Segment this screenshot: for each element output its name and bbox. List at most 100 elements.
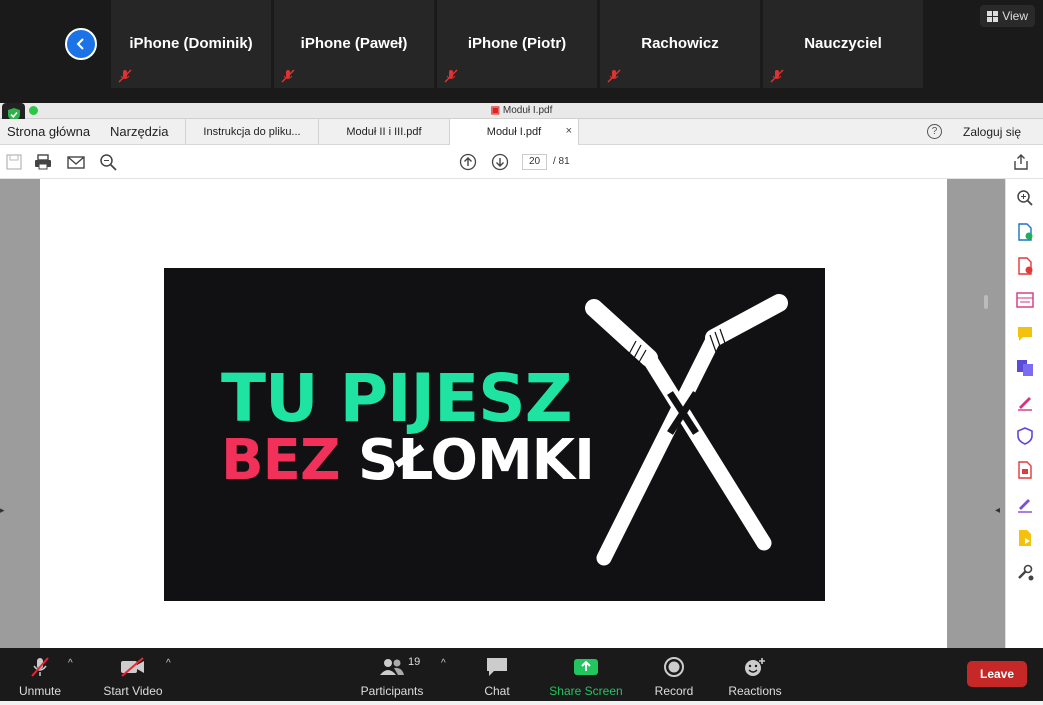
request-signature-icon[interactable] <box>1016 495 1034 513</box>
tab-bar: Strona główna Narzędzia Instrukcja do pl… <box>0 119 1043 145</box>
meeting-controls: Unmute ^ Start Video ^ Participants 19 ^… <box>0 648 1043 705</box>
fill-sign-icon[interactable] <box>1016 393 1034 411</box>
page-total: / 81 <box>553 156 570 167</box>
chat-label: Chat <box>484 684 510 698</box>
pdf-file-icon: ▣ <box>490 105 501 116</box>
leave-button[interactable]: Leave <box>967 661 1027 687</box>
muted-mic-icon <box>444 69 458 83</box>
print-icon[interactable] <box>34 153 52 171</box>
video-off-icon <box>121 657 144 677</box>
unmute-label: Unmute <box>18 684 62 698</box>
video-options-chevron-icon[interactable]: ^ <box>166 658 171 669</box>
create-pdf-icon[interactable] <box>1016 257 1034 275</box>
participant-name: iPhone (Dominik) <box>129 35 253 52</box>
nav-tools[interactable]: Narzędzia <box>110 124 169 139</box>
pdf-reader-window: ▣ Moduł I.pdf Strona główna Narzędzia In… <box>0 103 1043 648</box>
participants-label: Participants <box>360 684 424 698</box>
tab-modul-2-3[interactable]: Moduł II i III.pdf <box>319 119 450 145</box>
tab-label: Instrukcja do pliku... <box>203 126 301 138</box>
bottom-edge <box>0 701 1043 705</box>
participant-name: Nauczyciel <box>804 35 882 52</box>
page-down-icon[interactable] <box>491 153 509 171</box>
left-panel-toggle-icon[interactable]: ▸ <box>0 505 5 516</box>
window-title-text: Moduł I.pdf <box>502 105 553 116</box>
share-screen-label: Share Screen <box>549 684 623 698</box>
nav-home[interactable]: Strona główna <box>7 124 90 139</box>
view-label: View <box>1002 9 1028 23</box>
participant-tile[interactable]: iPhone (Paweł) <box>274 0 434 88</box>
window-title: ▣ Moduł I.pdf <box>0 105 1043 116</box>
muted-mic-icon <box>118 69 132 83</box>
pdf-toolbar: 20 / 81 <box>0 145 1043 179</box>
banner-line2: BEZ SŁOMKI <box>221 433 595 489</box>
record-label: Record <box>654 684 694 698</box>
vertical-scrollbar[interactable] <box>984 295 988 309</box>
chat-button[interactable]: Chat <box>479 656 515 698</box>
email-icon[interactable] <box>67 153 85 171</box>
participants-icon <box>380 659 404 675</box>
chevron-left-icon <box>76 38 84 50</box>
participant-strip: iPhone (Dominik) iPhone (Paweł) iPhone (… <box>0 0 1043 103</box>
export-pdf-icon[interactable] <box>1016 223 1034 241</box>
search-zoom-icon[interactable] <box>99 153 117 171</box>
participant-tile[interactable]: Nauczyciel <box>763 0 923 88</box>
audio-options-chevron-icon[interactable]: ^ <box>68 658 73 669</box>
participant-tile[interactable]: iPhone (Dominik) <box>111 0 271 88</box>
record-button[interactable]: Record <box>652 656 696 698</box>
tab-label: Moduł II i III.pdf <box>346 126 422 138</box>
tab-modul-1[interactable]: Moduł I.pdf × <box>450 119 579 145</box>
right-panel-toggle-icon[interactable]: ◂ <box>995 505 1000 516</box>
participant-tile[interactable]: iPhone (Piotr) <box>437 0 597 88</box>
banner-word-bez: BEZ <box>221 428 341 493</box>
start-video-label: Start Video <box>103 684 163 698</box>
help-icon[interactable]: ? <box>927 124 942 139</box>
banner-line1: TU PIJESZ <box>221 360 573 437</box>
document-viewer[interactable]: ▸ TU PIJESZ BEZ SŁOMKI ◂ <box>0 179 1005 648</box>
combine-files-icon[interactable] <box>1016 359 1034 377</box>
participant-name: Rachowicz <box>641 35 719 52</box>
participant-name: iPhone (Piotr) <box>467 35 567 52</box>
save-icon[interactable] <box>5 153 23 171</box>
muted-mic-icon <box>770 69 784 83</box>
window-titlebar: ▣ Moduł I.pdf <box>0 103 1043 119</box>
reactions-button[interactable]: Reactions <box>727 656 783 698</box>
window-maximize-dot[interactable] <box>29 106 38 115</box>
participants-options-chevron-icon[interactable]: ^ <box>441 658 446 669</box>
chat-bubble-icon <box>487 658 507 676</box>
share-export-icon[interactable] <box>1012 153 1030 171</box>
participants-count: 19 <box>408 656 421 668</box>
zoom-window: iPhone (Dominik) iPhone (Paweł) iPhone (… <box>0 0 1043 705</box>
smiley-plus-icon <box>745 658 765 676</box>
grid-icon <box>987 10 999 22</box>
start-video-button[interactable]: Start Video <box>101 656 165 698</box>
back-arrow-button[interactable] <box>65 28 97 60</box>
edit-pdf-icon[interactable] <box>1016 461 1034 479</box>
record-icon <box>664 657 684 677</box>
organize-pages-icon[interactable] <box>1016 291 1034 309</box>
share-screen-icon <box>574 659 598 675</box>
zoom-in-icon[interactable] <box>1016 189 1034 207</box>
participant-tile[interactable]: Rachowicz <box>600 0 760 88</box>
participant-name: iPhone (Paweł) <box>300 35 408 52</box>
muted-mic-icon <box>281 69 295 83</box>
comment-icon[interactable] <box>1016 325 1034 343</box>
more-tools-icon[interactable] <box>1016 563 1034 581</box>
campaign-banner: TU PIJESZ BEZ SŁOMKI <box>164 268 825 601</box>
tab-instrukcja[interactable]: Instrukcja do pliku... <box>185 119 319 145</box>
protect-shield-icon[interactable] <box>1016 427 1034 445</box>
muted-microphone-icon <box>31 657 49 677</box>
tools-sidebar <box>1005 179 1043 648</box>
page-up-icon[interactable] <box>459 153 477 171</box>
banner-word-slomki: SŁOMKI <box>358 428 595 493</box>
crossed-straws-icon <box>585 294 788 566</box>
reactions-label: Reactions <box>728 684 782 698</box>
page-number-input[interactable]: 20 <box>522 154 547 170</box>
tab-label: Moduł I.pdf <box>486 126 542 138</box>
send-for-review-icon[interactable] <box>1016 529 1034 547</box>
unmute-button[interactable]: Unmute <box>14 656 66 698</box>
view-button[interactable]: View <box>980 5 1035 27</box>
pdf-page: TU PIJESZ BEZ SŁOMKI <box>40 179 947 648</box>
close-tab-icon[interactable]: × <box>566 125 572 137</box>
login-link[interactable]: Zaloguj się <box>963 125 1021 139</box>
share-screen-button[interactable]: Share Screen <box>548 656 624 698</box>
